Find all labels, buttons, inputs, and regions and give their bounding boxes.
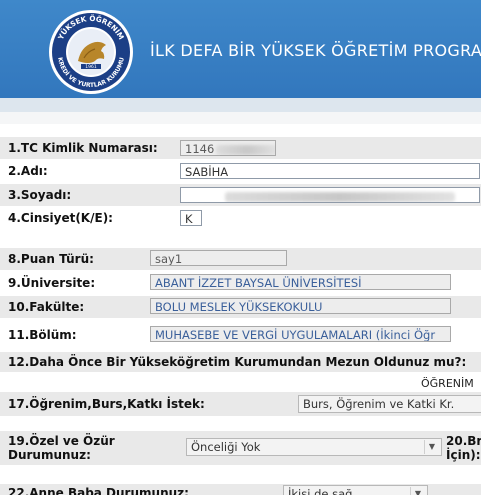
redacted-blur [225, 191, 455, 202]
puan-label: 8.Puan Türü: [8, 252, 94, 266]
tc-input[interactable]: 1146 [180, 140, 276, 156]
cinsiyet-value: K [185, 212, 193, 226]
row-anne-baba: 22.Anne Baba Durumunuz: İkisi de sağ ▼ [0, 484, 481, 495]
anne-baba-value: İkisi de sağ [288, 487, 353, 495]
fakulte-value: BOLU MESLEK YÜKSEKOKULU [155, 300, 323, 314]
ogrenim-header: ÖĞRENİM [421, 377, 474, 390]
tc-value: 1146 [185, 142, 215, 156]
bolum-value: MUHASEBE VE VERGİ UYGULAMALARI (İkinci Ö… [155, 328, 436, 342]
chevron-down-icon[interactable]: ▼ [424, 440, 439, 454]
adi-value: SABİHA [185, 165, 229, 179]
ozur-value: Önceliği Yok [191, 440, 261, 454]
puan-value: say1 [155, 252, 183, 266]
puan-input[interactable]: say1 [150, 250, 287, 266]
adi-input[interactable]: SABİHA [180, 163, 480, 179]
soyadi-label: 3.Soyadı: [8, 188, 72, 202]
header-band-light [0, 112, 481, 124]
anne-baba-select[interactable]: İkisi de sağ ▼ [283, 485, 428, 495]
field20-line1: 20.Br [446, 434, 481, 448]
ozur-label-line2: Durumunuz: [8, 448, 91, 462]
cinsiyet-input[interactable]: K [180, 210, 202, 226]
row-adi: 2.Adı: SABİHA [0, 160, 481, 182]
row-cinsiyet: 4.Cinsiyet(K/E): K [0, 207, 481, 229]
istek-value: Burs, Öğrenim ve Katki Kr. [303, 397, 455, 411]
redacted-blur [216, 144, 275, 155]
anne-baba-label: 22.Anne Baba Durumunuz: [8, 486, 189, 495]
row-tc: 1.TC Kimlik Numarası: 1146 [0, 137, 481, 159]
bolum-input[interactable]: MUHASEBE VE VERGİ UYGULAMALARI (İkinci Ö… [150, 326, 451, 342]
fakulte-input[interactable]: BOLU MESLEK YÜKSEKOKULU [150, 298, 451, 314]
row-fakulte: 10.Fakülte: BOLU MESLEK YÜKSEKOKULU [0, 296, 481, 318]
universite-value: ABANT İZZET BAYSAL ÜNİVERSİTESİ [155, 276, 362, 290]
istek-select[interactable]: Burs, Öğrenim ve Katki Kr. [298, 395, 481, 413]
row-ozur: 19.Özel ve Özür Durumunuz: Önceliği Yok … [0, 431, 481, 465]
row-bolum: 11.Bölüm: MUHASEBE VE VERGİ UYGULAMALARI… [0, 321, 481, 348]
adi-label: 2.Adı: [8, 164, 48, 178]
istek-label: 17.Öğrenim,Burs,Katkı İstek: [8, 397, 205, 411]
page-title: İLK DEFA BİR YÜKSEK ÖĞRETİM PROGRA [150, 41, 481, 60]
field20-label: 20.Br İçin): [446, 434, 481, 462]
ozur-label: 19.Özel ve Özür Durumunuz: [8, 434, 115, 462]
row-puan: 8.Puan Türü: say1 [0, 248, 481, 270]
field20-line2: İçin): [446, 448, 481, 462]
kyk-logo-icon: YÜKSEK ÖĞRENİM KREDİ VE YURTLAR KURUMU 1… [49, 10, 133, 94]
universite-input[interactable]: ABANT İZZET BAYSAL ÜNİVERSİTESİ [150, 274, 451, 290]
row-istek: 17.Öğrenim,Burs,Katkı İstek: Burs, Öğren… [0, 392, 481, 416]
header-band [0, 98, 481, 112]
fakulte-label: 10.Fakülte: [8, 300, 85, 314]
ozur-label-line1: 19.Özel ve Özür [8, 434, 115, 448]
cinsiyet-label: 4.Cinsiyet(K/E): [8, 211, 113, 225]
bolum-label: 11.Bölüm: [8, 328, 77, 342]
universite-label: 9.Üniversite: [8, 276, 96, 290]
soyadi-input[interactable] [180, 187, 480, 203]
row-soyadi: 3.Soyadı: [0, 184, 481, 206]
ozur-select[interactable]: Önceliği Yok ▼ [186, 438, 442, 456]
row-universite: 9.Üniversite: ABANT İZZET BAYSAL ÜNİVERS… [0, 272, 481, 294]
tc-label: 1.TC Kimlik Numarası: [8, 141, 158, 155]
mezun-label: 12.Daha Önce Bir Yükseköğretim Kurumunda… [8, 355, 467, 369]
row-mezun: 12.Daha Önce Bir Yükseköğretim Kurumunda… [0, 352, 481, 372]
logo-year: 1961 [85, 64, 97, 70]
chevron-down-icon[interactable]: ▼ [410, 487, 425, 495]
page-header: YÜKSEK ÖĞRENİM KREDİ VE YURTLAR KURUMU 1… [0, 0, 481, 98]
